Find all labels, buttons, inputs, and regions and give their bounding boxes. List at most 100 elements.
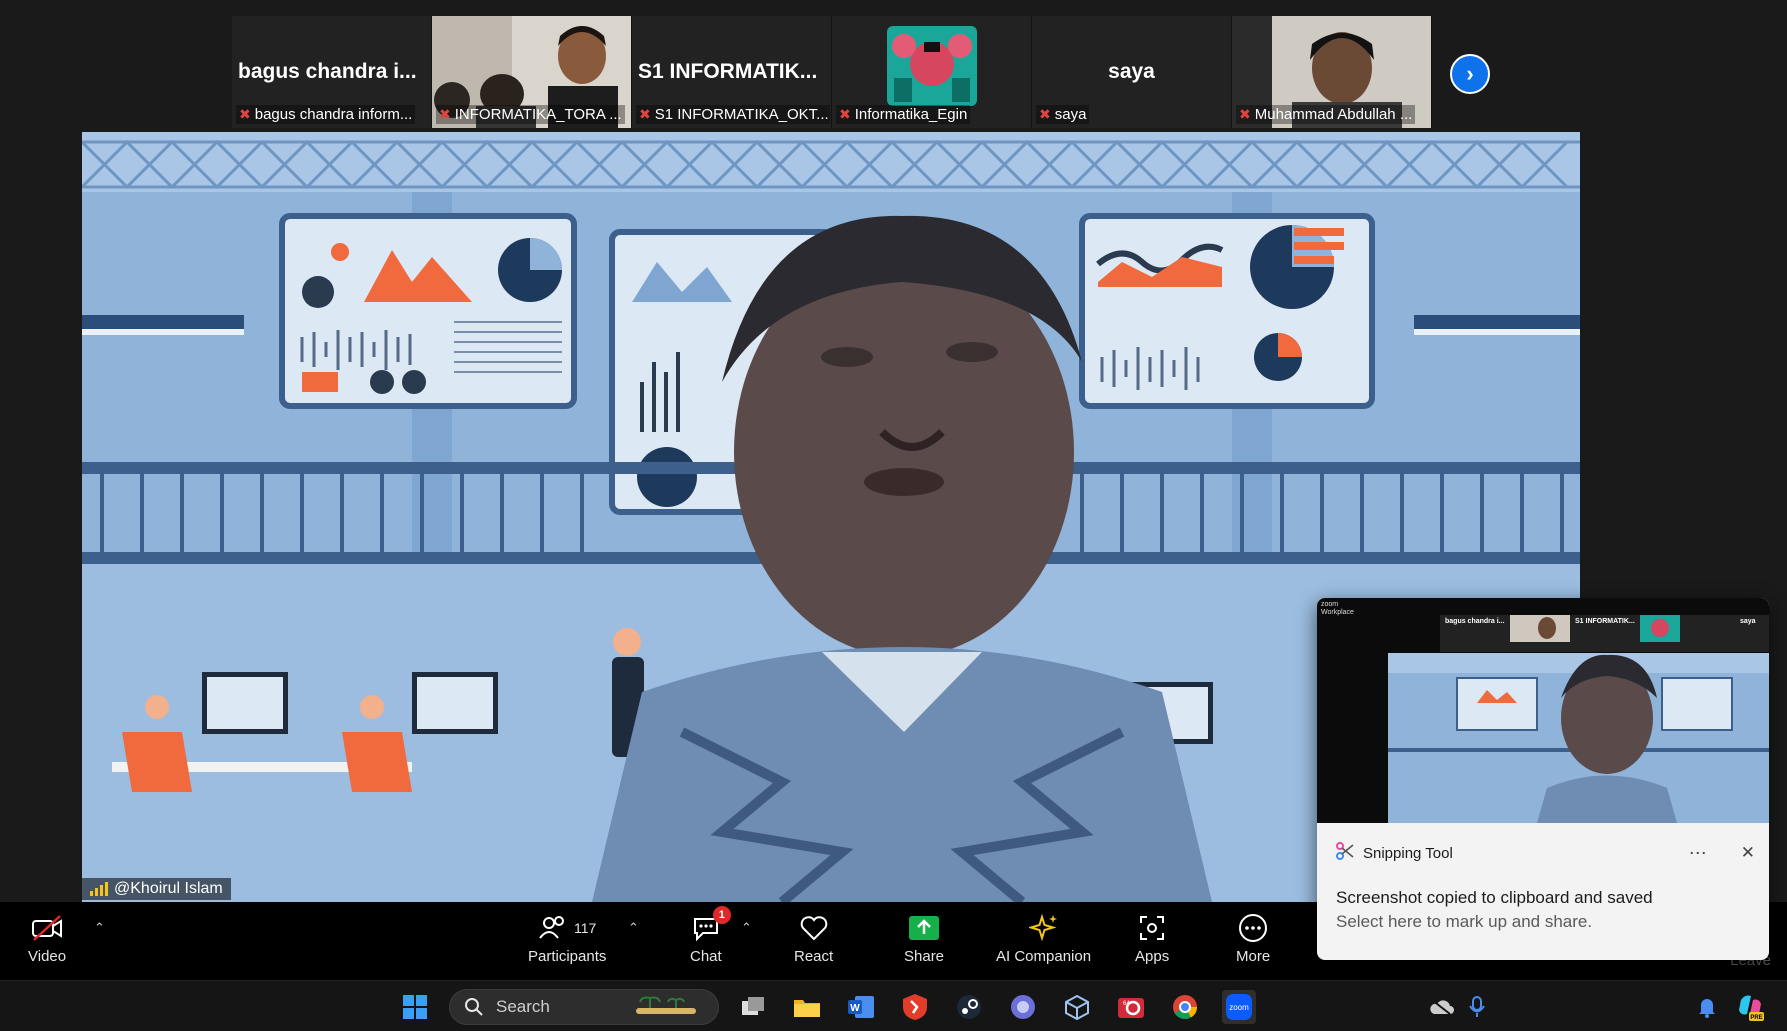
gallery-strip: bagus chandra i... ✖ bagus chandra infor…: [232, 16, 1432, 128]
participants-options-caret[interactable]: ⌃: [628, 920, 639, 936]
participant-tile[interactable]: ✖ Muhammad Abdullah ...: [1232, 16, 1432, 128]
notification-more-icon[interactable]: ⋯: [1689, 843, 1707, 864]
react-button[interactable]: React: [794, 910, 833, 965]
heart-icon: [799, 910, 829, 946]
speaker-name: @Khoirul Islam: [114, 880, 223, 897]
mic-muted-icon: ✖: [239, 106, 251, 122]
security-app-icon[interactable]: [898, 990, 932, 1024]
zoom-workplace-logo: zoom Workplace: [1321, 601, 1354, 617]
ai-companion-label: AI Companion: [996, 948, 1092, 965]
apps-button[interactable]: Apps: [1135, 910, 1169, 965]
share-label: Share: [904, 948, 945, 965]
steam-icon[interactable]: [952, 990, 986, 1024]
copilot-icon[interactable]: PRE: [1733, 990, 1767, 1024]
participant-caption: ✖ Informatika_Egin: [836, 105, 971, 124]
speaker-name-tag: @Khoirul Islam: [82, 878, 231, 900]
chat-options-caret[interactable]: ⌃: [741, 920, 752, 936]
participant-caption: ✖ INFORMATIKA_TORA ...: [436, 105, 625, 124]
more-label: More: [1236, 948, 1271, 965]
sparkle-icon: [1028, 910, 1059, 946]
zoom-meeting-window: bagus chandra i... ✖ bagus chandra infor…: [0, 0, 1787, 1031]
video-button[interactable]: Video: [28, 910, 66, 965]
zoom-icon[interactable]: zoom: [1222, 990, 1256, 1024]
svg-text:PRE: PRE: [1750, 1015, 1762, 1021]
audio-level-icon: [90, 882, 108, 896]
video-off-icon: [30, 910, 64, 946]
participants-count: 117: [574, 920, 597, 936]
participants-icon: 117: [538, 910, 596, 946]
participant-tile[interactable]: S1 INFORMATIK... ✖ S1 INFORMATIKA_OKT...: [632, 16, 832, 128]
chat-button[interactable]: 1 Chat: [690, 906, 731, 965]
more-button[interactable]: More: [1236, 910, 1270, 965]
apps-icon: [1137, 910, 1167, 946]
react-label: React: [794, 948, 834, 965]
mic-muted-icon: ✖: [1039, 106, 1051, 122]
svg-text:64: 64: [1123, 1001, 1130, 1007]
svg-text:zoom: zoom: [1229, 1003, 1249, 1012]
participant-caption: ✖ saya: [1036, 105, 1090, 124]
logo-line: zoom: [1321, 601, 1339, 608]
chat-label: Chat: [690, 948, 722, 965]
more-dots-icon: [1238, 910, 1268, 946]
windows-taskbar: Search W 64 zoom PRE: [0, 980, 1787, 1031]
thumb-participant-name: saya: [1740, 618, 1756, 625]
participants-label: Participants: [528, 948, 607, 965]
svg-text:W: W: [850, 1003, 860, 1014]
search-highlight-icon: [636, 994, 708, 1021]
mic-muted-icon: ✖: [839, 106, 851, 122]
participant-caption: ✖ bagus chandra inform...: [236, 105, 416, 124]
video-label: Video: [28, 948, 67, 965]
gallery-next-page-button[interactable]: ›: [1450, 54, 1490, 94]
close-icon[interactable]: ✕: [1741, 843, 1755, 863]
file-explorer-icon[interactable]: [790, 990, 824, 1024]
participant-caption: ✖ S1 INFORMATIKA_OKT...: [636, 105, 830, 124]
notification-header: Snipping Tool ⋯ ✕: [1335, 838, 1755, 868]
share-button[interactable]: Share: [904, 910, 944, 965]
taskbar-search-box[interactable]: Search: [449, 989, 719, 1025]
app-circle-icon[interactable]: [1006, 990, 1040, 1024]
word-icon[interactable]: W: [844, 990, 878, 1024]
search-icon: [465, 998, 483, 1016]
participant-name: INFORMATIKA_TORA ...: [454, 106, 622, 123]
apps-label: Apps: [1135, 948, 1170, 965]
chevron-right-icon: ›: [1466, 61, 1474, 86]
task-view-icon[interactable]: [736, 990, 770, 1024]
participant-name: Informatika_Egin: [854, 106, 968, 123]
video-options-caret[interactable]: ⌃: [94, 920, 105, 936]
onedrive-icon[interactable]: [1424, 990, 1458, 1024]
thumb-participant-name: bagus chandra i...: [1445, 618, 1505, 625]
thumbnail-image: [1388, 615, 1769, 823]
participant-name: Muhammad Abdullah ...: [1254, 106, 1413, 123]
logo-line: Workplace: [1321, 609, 1354, 616]
mic-muted-icon: ✖: [1239, 106, 1251, 122]
mic-muted-icon: ✖: [639, 106, 651, 122]
participant-tile[interactable]: bagus chandra i... ✖ bagus chandra infor…: [232, 16, 432, 128]
search-placeholder: Search: [496, 997, 550, 1016]
thumb-participant-name: S1 INFORMATIK...: [1575, 618, 1635, 625]
start-windows-icon[interactable]: [398, 990, 432, 1024]
snipping-tool-icon: [1335, 841, 1355, 865]
screenshot-thumbnail[interactable]: zoom Workplace bagus chandra i... S1 INF…: [1317, 598, 1769, 823]
snipping-tool-notification[interactable]: zoom Workplace bagus chandra i... S1 INF…: [1317, 598, 1769, 960]
notification-title: Screenshot copied to clipboard and saved: [1336, 888, 1653, 907]
participant-big-name: bagus chandra i...: [238, 60, 417, 83]
participant-big-name: saya: [1108, 60, 1155, 83]
participant-name: saya: [1054, 106, 1087, 123]
pdf-app-icon[interactable]: 64: [1114, 990, 1148, 1024]
participant-name: S1 INFORMATIKA_OKT...: [654, 106, 829, 123]
notification-app-name: Snipping Tool: [1363, 844, 1453, 862]
notification-bell-icon[interactable]: [1690, 990, 1724, 1024]
notification-subtitle: Select here to mark up and share.: [1336, 912, 1593, 931]
participant-caption: ✖ Muhammad Abdullah ...: [1236, 105, 1416, 124]
microphone-icon[interactable]: [1460, 990, 1494, 1024]
participant-tile[interactable]: ✖ Informatika_Egin: [832, 16, 1032, 128]
participants-button[interactable]: 117 Participants: [528, 910, 606, 965]
participant-name: bagus chandra inform...: [254, 106, 413, 123]
share-screen-icon: [908, 910, 940, 946]
participant-tile[interactable]: saya ✖ saya: [1032, 16, 1232, 128]
virtualbox-icon[interactable]: [1060, 990, 1094, 1024]
chrome-icon[interactable]: [1168, 990, 1202, 1024]
mic-muted-icon: ✖: [439, 106, 451, 122]
participant-tile[interactable]: ✖ INFORMATIKA_TORA ...: [432, 16, 632, 128]
ai-companion-button[interactable]: AI Companion: [996, 910, 1091, 965]
